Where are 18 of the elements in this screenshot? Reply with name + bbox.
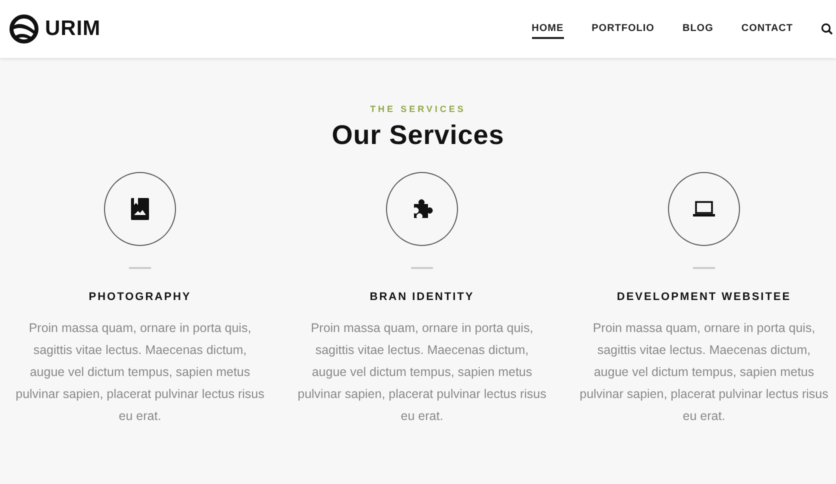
section-eyebrow: THE SERVICES xyxy=(370,104,466,114)
puzzle-icon xyxy=(411,198,433,220)
service-title: DEVELOPMENT WEBSITEE xyxy=(616,291,792,303)
service-description: Proin massa quam, ornare in porta quis, sagittis vitae lectus. Maecenas dictum, augue vel dictum tempus, sapien metus pulvinar sapien, placerat pulvinar lectus risus eu erat. xyxy=(15,320,265,425)
nav-link[interactable]: PORTFOLIO xyxy=(592,20,654,38)
nav-link[interactable]: HOME xyxy=(532,20,564,38)
nav-link[interactable]: CONTACT xyxy=(741,20,793,38)
service-description: Proin massa quam, ornare in porta quis, sagittis vitae lectus. Maecenas dictum, augue vel dictum tempus, sapien metus pulvinar sapien, placerat pulvinar lectus risus eu erat. xyxy=(297,320,547,425)
logo-icon xyxy=(9,14,39,44)
logo-text: URIM xyxy=(45,17,101,41)
service-description: Proin massa quam, ornare in porta quis, sagittis vitae lectus. Maecenas dictum, augue vel dictum tempus, sapien metus pulvinar sapien, placerat pulvinar lectus risus eu erat. xyxy=(579,320,829,425)
search-icon[interactable] xyxy=(821,23,833,35)
service-title: BRAN IDENTITY xyxy=(370,291,474,303)
section-title: Our Services xyxy=(332,120,504,151)
photo-book-icon xyxy=(131,198,149,220)
laptop-icon xyxy=(693,201,715,217)
service-title: PHOTOGRAPHY xyxy=(88,291,192,303)
nav-link[interactable]: BLOG xyxy=(682,20,714,38)
